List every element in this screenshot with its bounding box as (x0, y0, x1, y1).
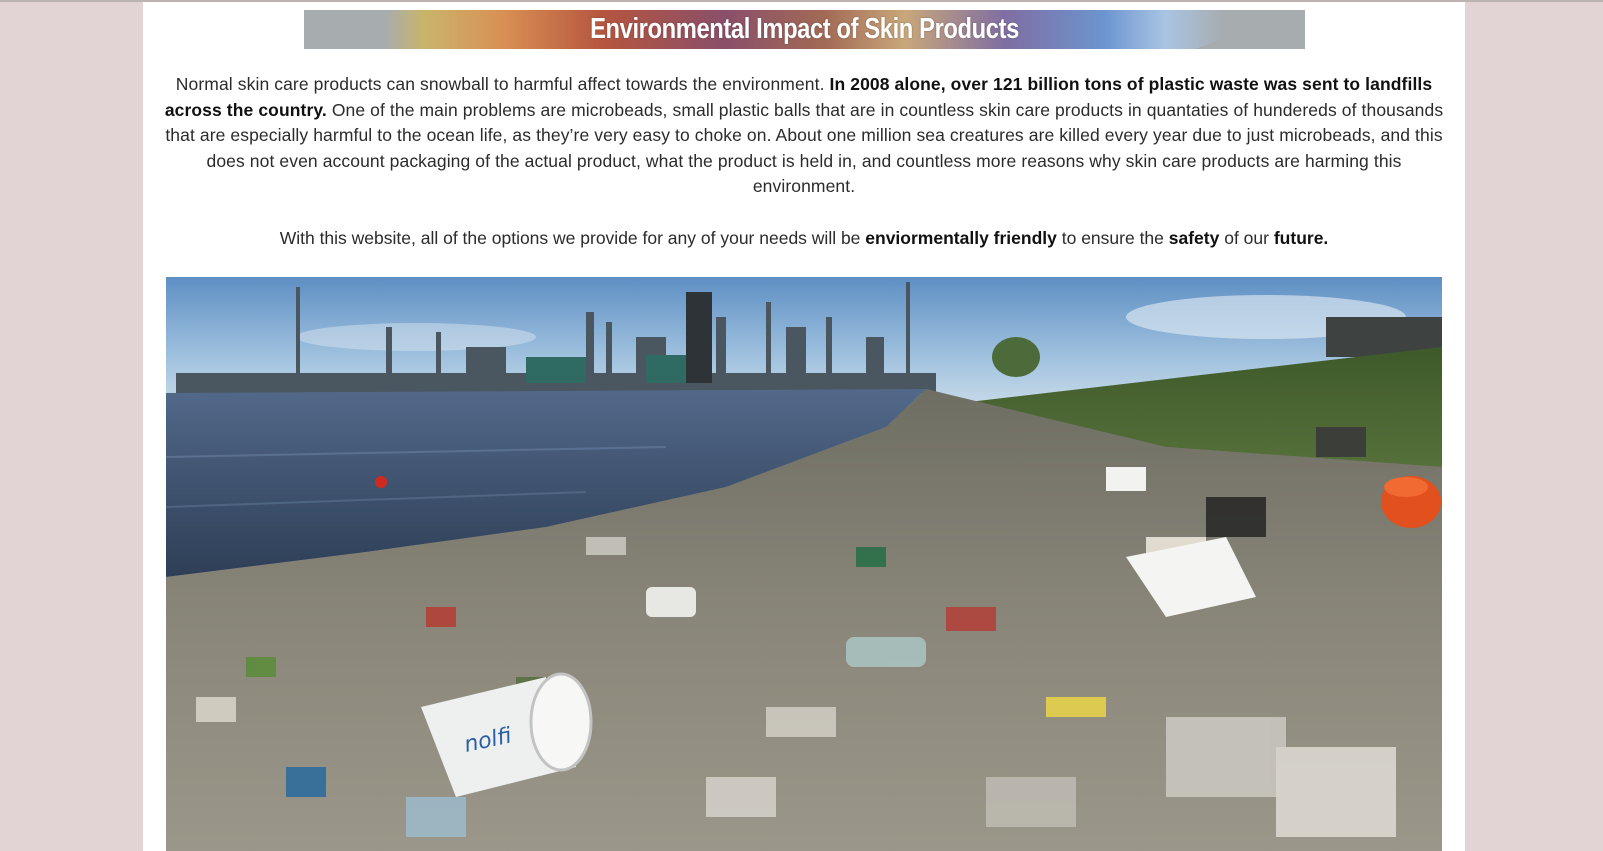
mission-paragraph: With this website, all of the options we… (163, 226, 1445, 251)
section-title: Environmental Impact of Skin Products (590, 13, 1019, 45)
intro-paragraph: Normal skin care products can snowball t… (163, 72, 1445, 200)
polluted-shoreline-photo: nolfi (166, 277, 1442, 851)
mission-text-1: With this website, all of the options we… (279, 228, 866, 248)
mission-bold-safety: safety (1168, 228, 1220, 248)
mission-text-2: to ensure the (1056, 228, 1169, 248)
polluted-shoreline-illustration: nolfi (166, 277, 1442, 851)
mission-text-3: of our (1219, 228, 1274, 248)
content-panel: Environmental Impact of Skin Products No… (143, 2, 1465, 851)
mission-bold-future: future. (1273, 228, 1329, 248)
banner-wedge-left (304, 10, 394, 49)
intro-text-1: Normal skin care products can snowball t… (175, 74, 830, 94)
section-banner: Environmental Impact of Skin Products (304, 10, 1305, 49)
mission-bold-friendly: enviormentally friendly (865, 228, 1057, 248)
intro-text-2: One of the main problems are microbeads,… (165, 99, 1444, 197)
